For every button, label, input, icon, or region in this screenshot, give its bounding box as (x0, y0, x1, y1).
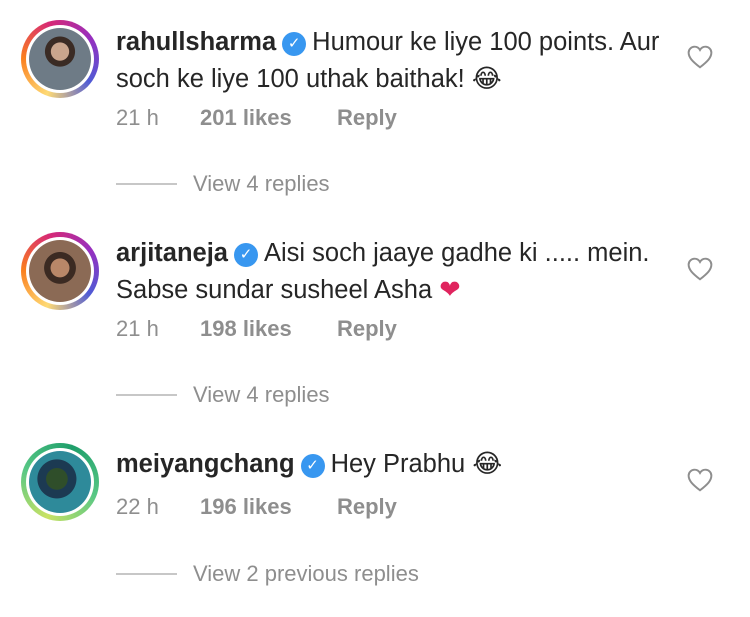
heart-outline-icon[interactable] (687, 257, 713, 281)
comment-username[interactable]: arjitaneja (116, 239, 228, 267)
view-replies-button[interactable]: View 2 previous replies (116, 559, 419, 589)
likes-count[interactable]: 201 likes (200, 103, 337, 133)
comment-text-block: rahullsharma ✓ Humour ke liye 100 points. … (116, 24, 676, 98)
comment-meta: 21 h 201 likes Reply (116, 103, 397, 133)
likes-count[interactable]: 198 likes (200, 314, 337, 344)
comment-timestamp: 21 h (116, 105, 159, 130)
heart-outline-icon[interactable] (687, 45, 713, 69)
avatar-ring[interactable] (21, 232, 99, 310)
view-replies-label: View 2 previous replies (193, 561, 419, 586)
verified-badge-icon: ✓ (282, 32, 307, 56)
comment-timestamp: 22 h (116, 494, 159, 519)
comment-timestamp: 21 h (116, 316, 159, 341)
laughing-emoji: 😂 (471, 64, 502, 94)
avatar-ring[interactable] (21, 20, 99, 98)
avatar[interactable] (29, 240, 91, 302)
avatar[interactable] (29, 28, 91, 90)
comment-text-block: meiyangchang ✓ Hey Prabhu 😂 (116, 446, 676, 483)
view-replies-label: View 4 replies (193, 382, 330, 407)
reply-button[interactable]: Reply (337, 314, 397, 344)
comment-username[interactable]: rahullsharma (116, 28, 276, 56)
comment-text-block: arjitaneja ✓ Aisi soch jaaye gadhe ki ....… (116, 235, 676, 309)
divider-line (116, 182, 177, 185)
view-replies-label: View 4 replies (193, 171, 330, 196)
verified-badge-icon: ✓ (300, 454, 325, 478)
avatar-ring[interactable] (21, 443, 99, 521)
comment-username[interactable]: meiyangchang (116, 450, 295, 478)
comment-meta: 21 h 198 likes Reply (116, 314, 397, 344)
view-replies-button[interactable]: View 4 replies (116, 169, 330, 199)
divider-line (116, 393, 177, 396)
heart-outline-icon[interactable] (687, 468, 713, 492)
comment-meta: 22 h 196 likes Reply (116, 492, 397, 522)
divider-line (116, 572, 177, 575)
avatar[interactable] (29, 451, 91, 513)
laughing-emoji: 😂 (472, 449, 503, 479)
reply-button[interactable]: Reply (337, 103, 397, 133)
view-replies-button[interactable]: View 4 replies (116, 380, 330, 410)
verified-badge-icon: ✓ (233, 243, 258, 267)
comment-text: Hey Prabhu (330, 450, 473, 478)
reply-button[interactable]: Reply (337, 492, 397, 522)
likes-count[interactable]: 196 likes (200, 492, 337, 522)
red-heart-emoji: ❤ (439, 275, 461, 305)
